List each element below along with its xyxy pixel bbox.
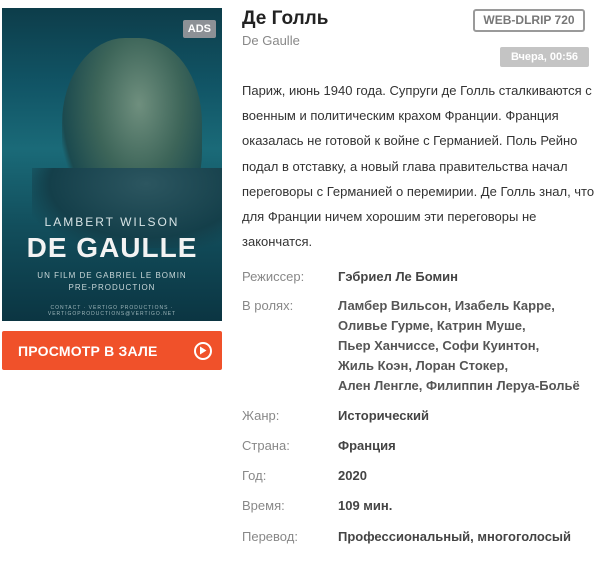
year-link[interactable]: 2020 — [338, 466, 367, 486]
poster-subtitle-line1: UN FILM DE GABRIEL LE BOMIN — [37, 271, 187, 280]
poster-subtitle: UN FILM DE GABRIEL LE BOMIN PRE-PRODUCTI… — [2, 270, 222, 294]
cast-link[interactable]: Филиппин Леруа-Больё — [426, 378, 580, 393]
watch-in-cinema-button[interactable]: ПРОСМОТР В ЗАЛЕ — [2, 331, 222, 370]
director-link[interactable]: Гэбриел Ле Бомин — [338, 267, 458, 287]
info-row-genre: Жанр: Исторический — [242, 406, 429, 426]
date-badge: Вчера, 00:56 — [500, 47, 589, 67]
info-row-duration: Время: 109 мин. — [242, 496, 392, 516]
duration-value: 109 мин. — [338, 498, 393, 513]
poster-footer: CONTACT · VERTIGO PRODUCTIONS · VERTIGOP… — [47, 305, 177, 317]
director-label: Режиссер: — [242, 269, 305, 284]
cast-link[interactable]: Лоран Стокер — [416, 358, 505, 373]
translation-label: Перевод: — [242, 529, 298, 544]
cast-link[interactable]: Софи Куинтон — [442, 338, 535, 353]
play-circle-icon — [194, 341, 212, 360]
genre-label: Жанр: — [242, 408, 280, 423]
poster-title: DE GAULLE — [26, 232, 198, 263]
cast-link[interactable]: Изабель Карре — [455, 298, 551, 313]
cast-list: Ламбер Вильсон, Изабель Карре, Оливье Гу… — [338, 298, 580, 393]
genre-link[interactable]: Исторический — [338, 406, 429, 426]
ads-badge: ADS — [182, 20, 216, 38]
cast-link[interactable]: Ламбер Вильсон — [338, 298, 448, 313]
info-row-translation: Перевод: Профессиональный, многоголосый — [242, 527, 571, 547]
movie-poster[interactable]: ADS LAMBERT WILSON DE GAULLE UN FILM DE … — [2, 8, 222, 321]
info-row-year: Год: 2020 — [242, 466, 367, 486]
year-label: Год: — [242, 468, 267, 483]
info-row-cast: В ролях: Ламбер Вильсон, Изабель Карре, … — [242, 296, 600, 396]
cast-link[interactable]: Ален Ленгле — [338, 378, 419, 393]
movie-description: Париж, июнь 1940 года. Супруги де Голль … — [242, 83, 595, 250]
cast-link[interactable]: Жиль Коэн — [338, 358, 408, 373]
country-label: Страна: — [242, 438, 290, 453]
info-row-country: Страна: Франция — [242, 436, 396, 456]
info-row-director: Режиссер: Гэбриел Ле Бомин — [242, 267, 458, 287]
movie-title: Де Голль — [242, 8, 329, 29]
watch-button-label: ПРОСМОТР В ЗАЛЕ — [18, 342, 158, 359]
duration-label: Время: — [242, 498, 285, 513]
country-link[interactable]: Франция — [338, 436, 396, 456]
cast-label: В ролях: — [242, 298, 294, 313]
poster-actor-name: LAMBERT WILSON — [44, 215, 180, 229]
original-title: De Gaulle — [242, 33, 300, 48]
cast-link[interactable]: Пьер Ханчиссе — [338, 338, 435, 353]
cast-link[interactable]: Катрин Муше — [437, 318, 522, 333]
translation-value: Профессиональный, многоголосый — [338, 529, 572, 544]
cast-link[interactable]: Оливье Гурме — [338, 318, 430, 333]
quality-badge: WEB-DLRIP 720 — [473, 9, 585, 32]
poster-subtitle-line2: PRE-PRODUCTION — [68, 283, 156, 292]
